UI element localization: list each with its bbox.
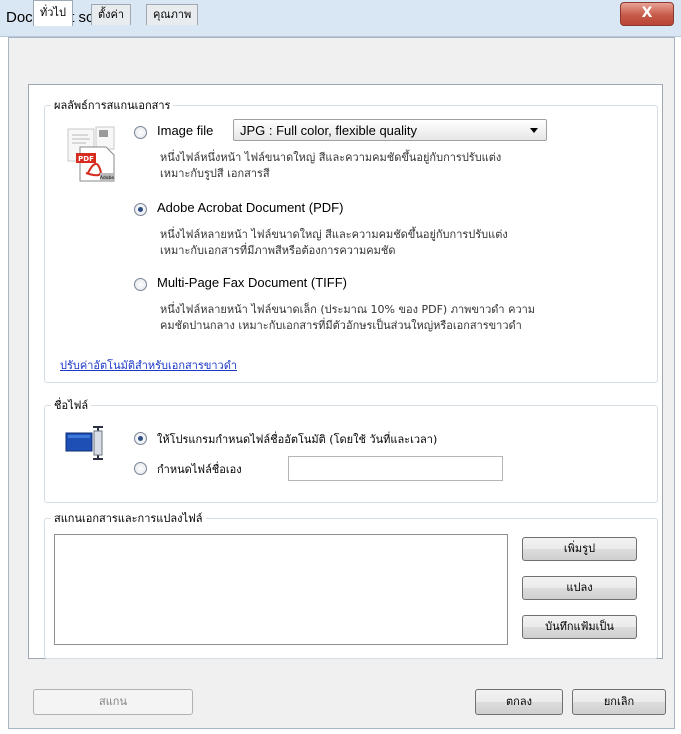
convert-group-legend: สแกนเอกสารและการแปลงไฟล์ xyxy=(54,512,203,525)
pdf-desc-1: หนึ่งไฟล์หลายหน้า ไฟล์ขนาดใหญ่ สีและความ… xyxy=(160,228,508,241)
tiff-radio[interactable] xyxy=(134,278,147,291)
image-format-select[interactable]: JPG : Full color, flexible quality xyxy=(233,119,547,141)
tiff-desc-1: หนึ่งไฟล์หลายหน้า ไฟล์ขนาดเล็ก (ประมาณ 1… xyxy=(160,303,536,316)
filename-input[interactable] xyxy=(288,456,503,481)
pdf-document-icon: PDF Adobe xyxy=(67,126,115,182)
image-file-desc-2: เหมาะกับรูปสี เอกสารสี xyxy=(160,167,270,180)
image-file-radio[interactable] xyxy=(134,126,147,139)
image-file-label: Image file xyxy=(157,123,214,138)
close-icon: X xyxy=(641,5,653,21)
image-file-desc-1: หนึ่งไฟล์หนึ่งหน้า ไฟล์ขนาดใหญ่ สีและควา… xyxy=(160,151,502,164)
chevron-down-icon xyxy=(530,128,538,133)
pdf-radio[interactable] xyxy=(134,203,147,216)
pdf-desc-2: เหมาะกับเอกสารที่มีภาพสีหรือต้องการความค… xyxy=(160,244,396,257)
pdf-label-text: Adobe Acrobat Document (PDF) xyxy=(157,200,344,215)
manual-filename-radio[interactable] xyxy=(134,462,147,475)
tiff-desc-2: คมชัดปานกลาง เหมาะกับเอกสารที่มีตัวอักษร… xyxy=(160,319,522,332)
scanned-files-list[interactable] xyxy=(54,534,508,645)
pdf-label: PDF xyxy=(78,155,94,163)
auto-filename-radio[interactable] xyxy=(134,432,147,445)
image-format-value: JPG : Full color, flexible quality xyxy=(240,123,418,138)
tab-general[interactable]: ทั่วไป xyxy=(33,0,73,26)
convert-button[interactable]: แปลง xyxy=(522,576,637,600)
tiff-label: Multi-Page Fax Document (TIFF) xyxy=(157,275,347,290)
manual-filename-label: กำหนดไฟล์ชื่อเอง xyxy=(157,463,242,476)
save-as-button[interactable]: บันทึกแฟ้มเป็น xyxy=(522,615,637,639)
ok-button[interactable]: ตกลง xyxy=(475,689,563,715)
scan-button[interactable]: สแกน xyxy=(33,689,193,715)
auto-adjust-bw-link[interactable]: ปรับค่าอัตโนมัติสำหรับเอกสารขาวดำ xyxy=(60,356,237,374)
add-image-button[interactable]: เพิ่มรูป xyxy=(522,537,637,561)
auto-filename-label: ให้โปรแกรมกำหนดไฟล์ชื่ออัตโนมัติ (โดยใช้… xyxy=(157,433,438,446)
rename-file-icon xyxy=(65,426,103,460)
filename-group-legend: ชื่อไฟล์ xyxy=(54,399,89,412)
cancel-button[interactable]: ยกเลิก xyxy=(572,689,666,715)
filename-group: ชื่อไฟล์ xyxy=(44,396,658,503)
tab-settings[interactable]: ตั้งค่า xyxy=(91,4,132,25)
output-group-legend: ผลลัพธ์การสแกนเอกสาร xyxy=(54,99,171,112)
tab-quality[interactable]: คุณภาพ xyxy=(146,4,199,25)
close-button[interactable]: X xyxy=(620,2,674,26)
adobe-label: Adobe xyxy=(100,175,114,181)
